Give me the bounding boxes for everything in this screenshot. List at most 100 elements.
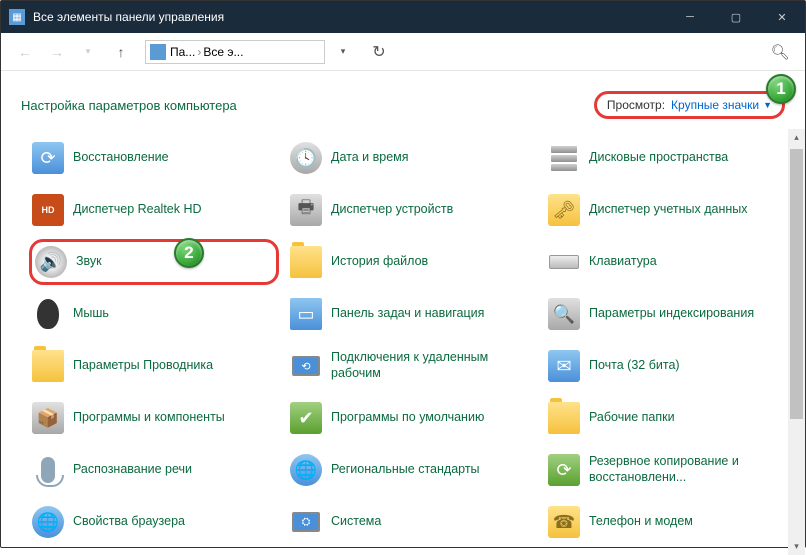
view-by-selector[interactable]: Просмотр: Крупные значки ▼ 1 (594, 91, 785, 119)
filehist-icon (289, 245, 323, 279)
item-label: Дата и время (331, 150, 409, 166)
control-panel-item[interactable]: HD Диспетчер Realtek HD (29, 187, 279, 233)
mouse-icon (31, 297, 65, 331)
scroll-up-button[interactable]: ▴ (788, 129, 805, 146)
address-dropdown[interactable]: ▾ (329, 38, 357, 66)
remoteapp-icon: ⟲ (289, 349, 323, 383)
breadcrumb-separator: › (197, 45, 201, 59)
keyboard-icon (547, 245, 581, 279)
window-icon: ▦ (9, 9, 25, 25)
item-label: Панель задач и навигация (331, 306, 484, 322)
control-panel-item[interactable]: 🖶 Диспетчер устройств (287, 187, 537, 233)
mail-icon: ✉ (547, 349, 581, 383)
view-by-value: Крупные значки (671, 98, 759, 112)
item-label: Диспетчер учетных данных (589, 202, 748, 218)
devmgr-icon: 🖶 (289, 193, 323, 227)
item-label: Программы по умолчанию (331, 410, 484, 426)
item-label: Телефон и модем (589, 514, 693, 530)
control-panel-item[interactable]: ▭ Панель задач и навигация (287, 291, 537, 337)
control-panel-item[interactable]: ✔ Программы по умолчанию (287, 395, 537, 441)
region-icon: 🌐 (289, 453, 323, 487)
search-button[interactable]: 🔍︎ (765, 37, 795, 67)
annotation-marker-1: 1 (766, 74, 796, 104)
item-label: Распознавание речи (73, 462, 192, 478)
control-panel-item[interactable]: Дисковые пространства (545, 135, 795, 181)
item-label: Диспетчер устройств (331, 202, 453, 218)
view-by-label: Просмотр: (607, 98, 665, 112)
control-panel-item[interactable]: Распознавание речи (29, 447, 279, 493)
vertical-scrollbar[interactable]: ▴ ▾ (788, 129, 805, 555)
realtek-icon: HD (31, 193, 65, 227)
speech-icon (31, 453, 65, 487)
address-bar[interactable]: Па... › Все э... (145, 40, 325, 64)
control-panel-item[interactable]: ⛭ Система (287, 499, 537, 545)
inetopt-icon: 🌐 (31, 505, 65, 539)
nav-back-button[interactable]: ← (11, 38, 39, 66)
control-panel-item[interactable]: ✉ Почта (32 бита) (545, 343, 795, 389)
control-panel-item[interactable]: 🌐 Региональные стандарты (287, 447, 537, 493)
programs-icon: 📦 (31, 401, 65, 435)
control-panel-item[interactable]: История файлов (287, 239, 537, 285)
control-panel-item[interactable]: Рабочие папки (545, 395, 795, 441)
item-label: Программы и компоненты (73, 410, 225, 426)
credmgr-icon: 🗝 (547, 193, 581, 227)
item-label: Восстановление (73, 150, 169, 166)
nav-up-button[interactable]: ↑ (107, 38, 135, 66)
minimize-button[interactable]: ─ (667, 1, 713, 33)
toolbar: ← → ▾ ↑ Па... › Все э... ▾ ↻ 🔍︎ (1, 33, 805, 71)
control-panel-item[interactable]: 📦 Программы и компоненты (29, 395, 279, 441)
sound-icon: 🔊 (34, 245, 68, 279)
control-panel-item[interactable]: ⟳Резервное копирование и восстановлени..… (545, 447, 795, 493)
item-label: Региональные стандарты (331, 462, 480, 478)
control-panel-item[interactable]: 🌐 Свойства браузера (29, 499, 279, 545)
item-label: Диспетчер Realtek HD (73, 202, 202, 218)
item-label: Клавиатура (589, 254, 657, 270)
explorer-icon (31, 349, 65, 383)
item-label: Звук (76, 254, 102, 270)
page-header: Настройка параметров компьютера Просмотр… (1, 71, 805, 129)
item-label: Мышь (73, 306, 109, 322)
chevron-down-icon: ▼ (763, 100, 772, 110)
item-label: История файлов (331, 254, 428, 270)
maximize-button[interactable]: ▢ (713, 1, 759, 33)
control-panel-item[interactable]: Параметры Проводника (29, 343, 279, 389)
item-label: Почта (32 бита) (589, 358, 680, 374)
control-panel-item[interactable]: ☎ Телефон и модем (545, 499, 795, 545)
item-label: Рабочие папки (589, 410, 675, 426)
control-panel-icon (150, 44, 166, 60)
control-panel-item[interactable]: 🕓Дата и время (287, 135, 537, 181)
control-panel-item[interactable]: Клавиатура (545, 239, 795, 285)
breadcrumb-part[interactable]: Па... (170, 45, 195, 59)
taskbar-icon: ▭ (289, 297, 323, 331)
control-panel-item[interactable]: 🔍 Параметры индексирования (545, 291, 795, 337)
item-label: Дисковые пространства (589, 150, 728, 166)
item-label: Параметры индексирования (589, 306, 754, 322)
backup-icon: ⟳ (547, 453, 581, 487)
control-panel-item[interactable]: Мышь (29, 291, 279, 337)
control-panel-item[interactable]: ⟳Восстановление (29, 135, 279, 181)
refresh-button[interactable]: ↻ (365, 40, 393, 64)
item-label: Свойства браузера (73, 514, 185, 530)
control-panel-item[interactable]: ⟲ Подключения к удаленным рабочим (287, 343, 537, 389)
indexing-icon: 🔍 (547, 297, 581, 331)
item-label: Система (331, 514, 381, 530)
titlebar: ▦ Все элементы панели управления ─ ▢ ✕ (1, 1, 805, 33)
nav-recent-dropdown[interactable]: ▾ (75, 38, 103, 66)
breadcrumb-part[interactable]: Все э... (203, 45, 243, 59)
defaults-icon: ✔ (289, 401, 323, 435)
phone-icon: ☎ (547, 505, 581, 539)
page-title: Настройка параметров компьютера (21, 98, 237, 113)
system-icon: ⛭ (289, 505, 323, 539)
close-button[interactable]: ✕ (759, 1, 805, 33)
storage-icon (547, 141, 581, 175)
content-area: ⟳Восстановление🕓Дата и времяДисковые про… (1, 129, 805, 555)
window-title: Все элементы панели управления (33, 10, 667, 24)
item-label: Подключения к удаленным рабочим (331, 350, 535, 381)
nav-forward-button[interactable]: → (43, 38, 71, 66)
item-label: Параметры Проводника (73, 358, 213, 374)
annotation-marker-2: 2 (174, 238, 204, 268)
scroll-down-button[interactable]: ▾ (788, 538, 805, 555)
control-panel-item[interactable]: 🗝 Диспетчер учетных данных (545, 187, 795, 233)
scroll-thumb[interactable] (790, 149, 803, 419)
control-panel-item[interactable]: 🔊 Звук 2 (29, 239, 279, 285)
